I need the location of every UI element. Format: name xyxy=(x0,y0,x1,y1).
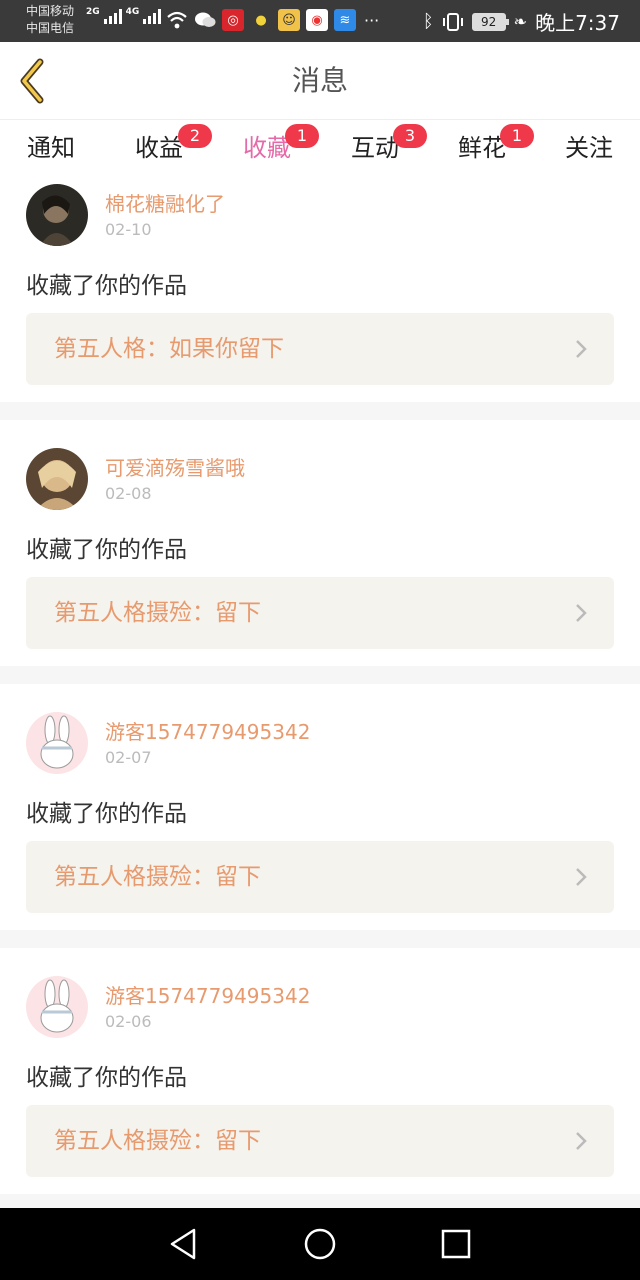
weibo-icon: ◉ xyxy=(306,9,328,31)
back-triangle-icon[interactable] xyxy=(166,1226,202,1262)
work-link[interactable]: 第五人格摄殓：留下 xyxy=(26,1105,614,1177)
bluetooth-icon: ᛒ xyxy=(422,11,434,32)
username-link[interactable]: 游客1574779495342 xyxy=(105,716,310,745)
work-link[interactable]: 第五人格：如果你留下 xyxy=(26,313,614,385)
chevron-right-icon xyxy=(576,340,587,358)
page-title: 消息 xyxy=(291,64,348,97)
message-card: 游客1574779495342 02-07 收藏了你的作品 第五人格摄殓：留下 xyxy=(0,684,640,930)
system-indicators: ᛒ 92 ❧ 晚上7:37 xyxy=(423,7,620,36)
tab-label: 关注 xyxy=(565,134,613,162)
username-link[interactable]: 棉花糖融化了 xyxy=(105,188,225,217)
avatar[interactable] xyxy=(26,448,88,510)
unread-badge: 1 xyxy=(500,124,534,148)
unread-badge: 2 xyxy=(178,124,212,148)
message-date: 02-10 xyxy=(105,220,152,239)
game-icon: ☺ xyxy=(278,9,300,31)
page-header: 消息 xyxy=(0,42,640,120)
system-nav-bar xyxy=(0,1208,640,1280)
message-action: 收藏了你的作品 xyxy=(26,1065,187,1091)
username-link[interactable]: 游客1574779495342 xyxy=(105,980,310,1009)
tab-following[interactable]: 关注 xyxy=(560,130,618,180)
back-button[interactable] xyxy=(14,56,54,106)
tab-notifications[interactable]: 通知 xyxy=(22,130,80,180)
notification-icons: ◎ ● ☺ ◉ ≋ ··· xyxy=(166,9,379,31)
chevron-right-icon xyxy=(576,604,587,622)
battery-icon: 92 xyxy=(471,12,509,31)
wifi-icon xyxy=(167,11,187,29)
chevron-right-icon xyxy=(576,1132,587,1150)
wifi-app-icon: ≋ xyxy=(334,9,356,31)
vibrate-icon xyxy=(442,12,463,31)
carrier-1: 中国移动 xyxy=(26,4,75,18)
leaf-icon: ❧ xyxy=(513,12,528,31)
work-title: 第五人格摄殓：留下 xyxy=(54,864,261,890)
netease-music-icon: ◎ xyxy=(222,9,244,31)
message-card: 游客1574779495342 02-06 收藏了你的作品 第五人格摄殓：留下 xyxy=(0,948,640,1194)
tab-flowers[interactable]: 鲜花 1 xyxy=(453,124,534,180)
work-link[interactable]: 第五人格摄殓：留下 xyxy=(26,577,614,649)
network-indicators: 2G 4G xyxy=(86,7,162,24)
unread-badge: 1 xyxy=(285,124,319,148)
network-type-2: 4G xyxy=(125,7,140,17)
work-link[interactable]: 第五人格摄殓：留下 xyxy=(26,841,614,913)
work-title: 第五人格：如果你留下 xyxy=(54,336,284,362)
unread-badge: 3 xyxy=(393,124,427,148)
message-date: 02-08 xyxy=(105,484,152,503)
message-list: 棉花糖融化了 02-10 收藏了你的作品 第五人格：如果你留下 可爱滴殇雪酱哦 … xyxy=(0,180,640,1208)
tab-earnings[interactable]: 收益 2 xyxy=(130,124,212,180)
recents-square-icon[interactable] xyxy=(438,1226,474,1262)
message-card: 可爱滴殇雪酱哦 02-08 收藏了你的作品 第五人格摄殓：留下 xyxy=(0,420,640,666)
message-action: 收藏了你的作品 xyxy=(26,801,187,827)
home-circle-icon[interactable] xyxy=(302,1226,338,1262)
tab-favorites[interactable]: 收藏 1 xyxy=(238,124,319,184)
work-title: 第五人格摄殓：留下 xyxy=(54,600,261,626)
message-card: 棉花糖融化了 02-10 收藏了你的作品 第五人格：如果你留下 xyxy=(0,180,640,402)
network-type-1: 2G xyxy=(86,7,100,17)
avatar[interactable] xyxy=(26,184,88,246)
message-action: 收藏了你的作品 xyxy=(26,537,187,563)
signal-icon xyxy=(103,8,122,24)
avatar[interactable] xyxy=(26,712,88,774)
message-date: 02-07 xyxy=(105,748,152,767)
tab-interactions[interactable]: 互动 3 xyxy=(346,124,427,180)
status-bar: 中国移动 中国电信 2G 4G ◎ ● ☺ ◉ ≋ ··· ᛒ 92 ❧ 晚上7… xyxy=(0,0,640,42)
carrier-info: 中国移动 中国电信 xyxy=(26,3,74,37)
carrier-2: 中国电信 xyxy=(26,21,75,35)
wechat-icon xyxy=(195,12,216,27)
message-date: 02-06 xyxy=(105,1012,152,1031)
tab-label: 通知 xyxy=(27,134,75,162)
bulb-icon: ● xyxy=(255,12,267,28)
message-action: 收藏了你的作品 xyxy=(26,273,187,299)
overflow-dots: ··· xyxy=(364,10,380,30)
work-title: 第五人格摄殓：留下 xyxy=(54,1128,261,1154)
message-tabs: 通知 收益 2 收藏 1 互动 3 鲜花 1 关注 xyxy=(0,120,640,184)
username-link[interactable]: 可爱滴殇雪酱哦 xyxy=(105,452,245,481)
signal-icon xyxy=(143,8,162,24)
avatar[interactable] xyxy=(26,976,88,1038)
chevron-right-icon xyxy=(576,868,587,886)
clock: 晚上7:37 xyxy=(535,11,620,35)
